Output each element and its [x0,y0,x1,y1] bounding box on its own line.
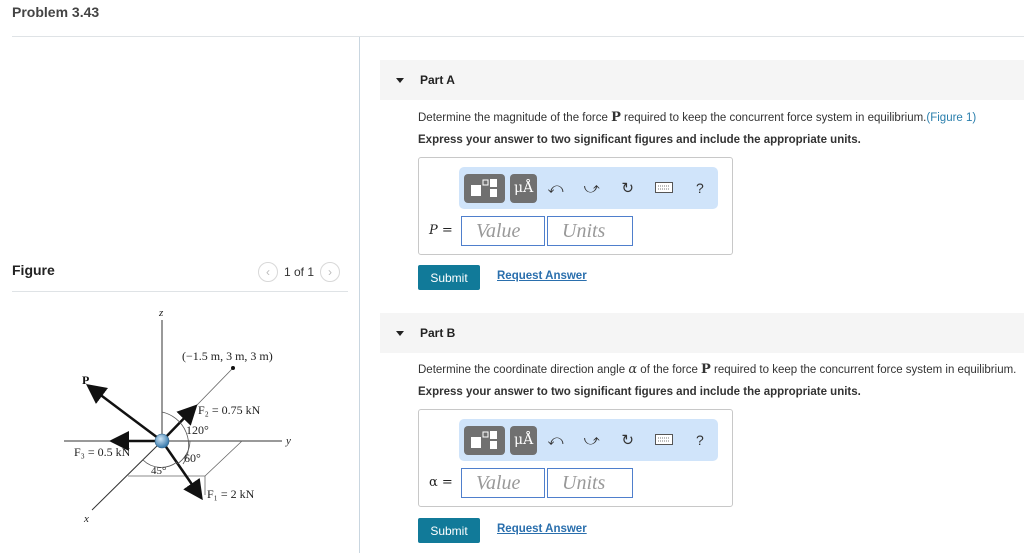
figure-pager: ‹ 1 of 1 › [258,262,341,282]
angle-120-label: 120° [186,423,209,437]
chevron-left-icon: ‹ [266,265,270,279]
templates-button[interactable] [464,173,505,203]
part-b-question: Determine the coordinate direction angle… [418,362,1017,377]
value-input[interactable]: Value [461,468,545,498]
next-figure-button[interactable]: › [320,262,341,282]
templates-icon [471,431,498,449]
force-p-label: P [82,373,89,387]
collapse-caret-icon [396,330,404,336]
collapse-caret-icon [396,77,404,83]
part-b-header[interactable]: Part B [380,313,1024,353]
redo-icon: ⤻ [583,431,600,449]
part-b-instruction: Express your answer to two significant f… [418,386,861,398]
part-a-label: Part A [420,73,455,87]
redo-button[interactable]: ⤻ [574,180,610,197]
part-a-question: Determine the magnitude of the force P r… [418,110,977,125]
y-axis-label: y [285,435,291,447]
templates-icon [471,179,498,197]
x-axis-label: x [83,513,89,525]
particle [154,433,170,449]
undo-icon: ⤺ [547,431,564,449]
redo-button[interactable]: ⤻ [574,432,610,449]
part-b-label: Part B [420,326,456,340]
force-p-arrow [86,384,163,442]
prev-figure-button[interactable]: ‹ [258,262,278,282]
figure-count: 1 of 1 [284,265,315,279]
undo-button[interactable]: ⤺ [537,432,573,449]
keyboard-icon [654,181,673,193]
part-a-request-answer-link[interactable]: Request Answer [497,270,587,282]
help-button[interactable]: ? [682,432,718,448]
variable-label: α = [429,475,453,490]
keyboard-icon [654,433,673,445]
templates-button[interactable] [464,425,505,455]
variable-label: P = [429,223,453,238]
part-a-answer-box: μÅ ⤺ ⤻ ↻ ? P = Value Units [418,157,733,255]
units-button[interactable]: μÅ [509,425,538,455]
math-toolbar: μÅ ⤺ ⤻ ↻ ? [459,167,718,209]
part-a-submit-button[interactable]: Submit [418,265,480,290]
chevron-right-icon: › [328,265,333,279]
force-f2-label: F₂ = 0.75 kN [198,403,261,417]
force-f1-arrow [160,440,203,501]
undo-icon: ⤺ [547,179,564,197]
units-button[interactable]: μÅ [509,173,538,203]
part-b-submit-button[interactable]: Submit [418,518,480,543]
help-icon: ? [696,180,704,196]
math-toolbar: μÅ ⤺ ⤻ ↻ ? [459,419,718,461]
units-icon: μÅ [514,432,534,448]
point-label: (−1.5 m, 3 m, 3 m) [182,349,273,363]
reset-button[interactable]: ↻ [610,431,646,449]
z-axis-label: z [158,307,164,319]
figure-divider [12,291,348,292]
reset-icon: ↻ [621,180,634,197]
help-icon: ? [696,432,704,448]
units-input[interactable]: Units [547,468,633,498]
reset-icon: ↻ [621,432,634,449]
force-diagram: z y x (−1.5 m, 3 m, 3 m) P F₂ = 0.75 kN … [64,307,291,525]
panel-divider [359,37,360,553]
force-f3-label: F₃ = 0.5 kN [74,445,131,459]
part-a-header[interactable]: Part A [380,60,1024,100]
force-f1-label: F₁ = 2 kN [207,487,255,501]
part-b-request-answer-link[interactable]: Request Answer [497,523,587,535]
help-button[interactable]: ? [682,180,718,196]
figure-link[interactable]: (Figure 1) [926,112,976,124]
angle-60-label: 60° [184,451,201,465]
units-icon: μÅ [514,180,534,196]
keyboard-button[interactable] [646,432,682,449]
redo-icon: ⤻ [583,179,600,197]
problem-title: Problem 3.43 [12,4,100,20]
part-b-answer-box: μÅ ⤺ ⤻ ↻ ? α = Value Units [418,409,733,507]
undo-button[interactable]: ⤺ [537,180,573,197]
value-input[interactable]: Value [461,216,545,246]
reset-button[interactable]: ↻ [610,179,646,197]
title-divider [12,36,1024,37]
keyboard-button[interactable] [646,180,682,197]
figure-heading: Figure [12,262,55,278]
units-input[interactable]: Units [547,216,633,246]
part-a-instruction: Express your answer to two significant f… [418,134,861,146]
angle-45-label: 45° [151,465,166,477]
